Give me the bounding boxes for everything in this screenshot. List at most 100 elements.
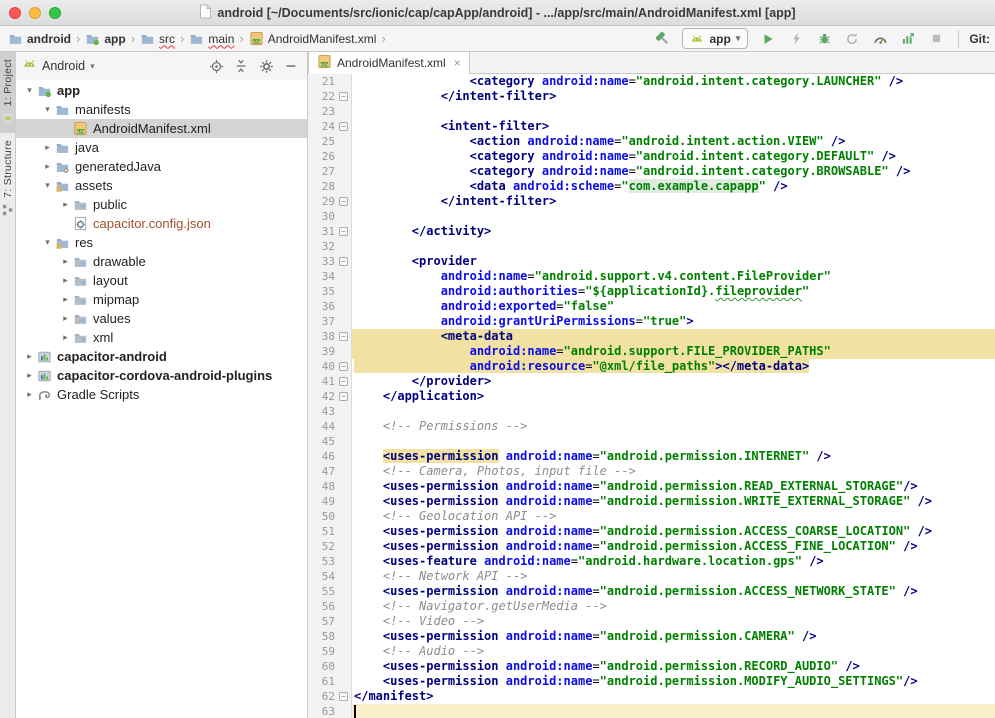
- code-line-63[interactable]: 63: [308, 704, 995, 718]
- editor-tab-androidmanifest[interactable]: </> AndroidManifest.xml ×: [308, 52, 470, 74]
- run-configuration-select[interactable]: app▾: [682, 28, 748, 49]
- code-area[interactable]: 21 <category android:name="android.inten…: [308, 74, 995, 718]
- tree-item-generatedjava[interactable]: ▸generatedJava: [16, 157, 307, 176]
- fold-marker-end[interactable]: −: [337, 374, 352, 389]
- code-line-42[interactable]: 42− </application>: [308, 389, 995, 404]
- project-view-selector[interactable]: Android: [42, 59, 85, 73]
- tree-item-assets[interactable]: ▾assets: [16, 176, 307, 195]
- fold-start-icon[interactable]: −: [339, 332, 348, 341]
- tree-item-capacitor-android[interactable]: ▸capacitor-android: [16, 347, 307, 366]
- fold-marker-end[interactable]: −: [337, 389, 352, 404]
- fold-end-icon[interactable]: −: [339, 227, 348, 236]
- code-line-48[interactable]: 48 <uses-permission android:name="androi…: [308, 479, 995, 494]
- zoom-window-button[interactable]: [49, 7, 61, 19]
- fold-marker-end[interactable]: −: [337, 359, 352, 374]
- tree-item-capacitor-cordova-android-plugins[interactable]: ▸capacitor-cordova-android-plugins: [16, 366, 307, 385]
- code-line-45[interactable]: 45: [308, 434, 995, 449]
- code-line-47[interactable]: 47 <!-- Camera, Photos, input file -->: [308, 464, 995, 479]
- tree-item-public[interactable]: ▸public: [16, 195, 307, 214]
- tree-expand-open-icon[interactable]: ▾: [40, 180, 55, 191]
- tree-expand-closed-icon[interactable]: ▸: [22, 389, 37, 400]
- fold-marker-start[interactable]: −: [337, 329, 352, 344]
- code-line-43[interactable]: 43: [308, 404, 995, 419]
- close-tab-icon[interactable]: ×: [454, 56, 461, 70]
- code-line-23[interactable]: 23: [308, 104, 995, 119]
- profiler-button[interactable]: [868, 28, 892, 50]
- fold-marker-start[interactable]: −: [337, 119, 352, 134]
- tool-window-button-structure[interactable]: 7: Structure: [0, 133, 16, 225]
- fold-end-icon[interactable]: −: [339, 392, 348, 401]
- tree-item-values[interactable]: ▸values: [16, 309, 307, 328]
- tree-expand-open-icon[interactable]: ▾: [40, 104, 55, 115]
- code-line-27[interactable]: 27 <category android:name="android.inten…: [308, 164, 995, 179]
- minimize-window-button[interactable]: [29, 7, 41, 19]
- fold-end-icon[interactable]: −: [339, 692, 348, 701]
- code-line-51[interactable]: 51 <uses-permission android:name="androi…: [308, 524, 995, 539]
- code-line-50[interactable]: 50 <!-- Geolocation API -->: [308, 509, 995, 524]
- breadcrumb-item-androidmanifest-xml[interactable]: </>AndroidManifest.xml: [249, 31, 377, 46]
- code-line-55[interactable]: 55 <uses-permission android:name="androi…: [308, 584, 995, 599]
- tree-item-res[interactable]: ▾res: [16, 233, 307, 252]
- code-line-54[interactable]: 54 <!-- Network API -->: [308, 569, 995, 584]
- code-line-37[interactable]: 37 android:grantUriPermissions="true">: [308, 314, 995, 329]
- tree-item-manifests[interactable]: ▾manifests: [16, 100, 307, 119]
- gear-icon[interactable]: [256, 56, 276, 76]
- code-line-31[interactable]: 31− </activity>: [308, 224, 995, 239]
- code-line-59[interactable]: 59 <!-- Audio -->: [308, 644, 995, 659]
- fold-start-icon[interactable]: −: [339, 122, 348, 131]
- attach-profiler-button[interactable]: [896, 28, 920, 50]
- code-line-44[interactable]: 44 <!-- Permissions -->: [308, 419, 995, 434]
- code-line-62[interactable]: 62−</manifest>: [308, 689, 995, 704]
- run-button[interactable]: [756, 28, 780, 50]
- hide-panel-button[interactable]: [281, 56, 301, 76]
- code-line-40[interactable]: 40− android:resource="@xml/file_paths"><…: [308, 359, 995, 374]
- fold-marker-start[interactable]: −: [337, 254, 352, 269]
- apply-changes-button[interactable]: [784, 28, 808, 50]
- breadcrumb-item-app[interactable]: app: [85, 32, 125, 46]
- code-line-32[interactable]: 32: [308, 239, 995, 254]
- fold-marker-end[interactable]: −: [337, 224, 352, 239]
- fold-end-icon[interactable]: −: [339, 362, 348, 371]
- code-line-22[interactable]: 22− </intent-filter>: [308, 89, 995, 104]
- tree-item-gradle-scripts[interactable]: ▸Gradle Scripts: [16, 385, 307, 404]
- fold-end-icon[interactable]: −: [339, 197, 348, 206]
- code-line-52[interactable]: 52 <uses-permission android:name="androi…: [308, 539, 995, 554]
- code-line-53[interactable]: 53 <uses-feature android:name="android.h…: [308, 554, 995, 569]
- tree-expand-open-icon[interactable]: ▾: [22, 85, 37, 96]
- tree-item-androidmanifest-xml[interactable]: </>AndroidManifest.xml: [16, 119, 307, 138]
- tree-item-xml[interactable]: ▸xml: [16, 328, 307, 347]
- code-line-39[interactable]: 39 android:name="android.support.FILE_PR…: [308, 344, 995, 359]
- breadcrumb-item-main[interactable]: main: [189, 32, 234, 46]
- fold-marker-end[interactable]: −: [337, 689, 352, 704]
- tree-item-mipmap[interactable]: ▸mipmap: [16, 290, 307, 309]
- tree-expand-closed-icon[interactable]: ▸: [58, 313, 73, 324]
- tree-expand-closed-icon[interactable]: ▸: [58, 294, 73, 305]
- tree-expand-closed-icon[interactable]: ▸: [22, 370, 37, 381]
- locate-file-button[interactable]: [206, 56, 226, 76]
- collapse-all-button[interactable]: [231, 56, 251, 76]
- code-line-28[interactable]: 28 <data android:scheme="com.example.cap…: [308, 179, 995, 194]
- code-line-34[interactable]: 34 android:name="android.support.v4.cont…: [308, 269, 995, 284]
- debug-button[interactable]: [812, 28, 836, 50]
- code-line-36[interactable]: 36 android:exported="false": [308, 299, 995, 314]
- code-line-61[interactable]: 61 <uses-permission android:name="androi…: [308, 674, 995, 689]
- tree-expand-closed-icon[interactable]: ▸: [40, 142, 55, 153]
- breadcrumb-item-android[interactable]: android: [8, 32, 71, 46]
- code-line-35[interactable]: 35 android:authorities="${applicationId}…: [308, 284, 995, 299]
- tree-expand-open-icon[interactable]: ▾: [40, 237, 55, 248]
- tree-item-java[interactable]: ▸java: [16, 138, 307, 157]
- tree-expand-closed-icon[interactable]: ▸: [40, 161, 55, 172]
- code-line-24[interactable]: 24− <intent-filter>: [308, 119, 995, 134]
- tool-window-button-project[interactable]: 1: Project: [0, 52, 16, 133]
- code-line-25[interactable]: 25 <action android:name="android.intent.…: [308, 134, 995, 149]
- fold-end-icon[interactable]: −: [339, 92, 348, 101]
- tree-item-app[interactable]: ▾app: [16, 81, 307, 100]
- tree-expand-closed-icon[interactable]: ▸: [58, 332, 73, 343]
- code-line-30[interactable]: 30: [308, 209, 995, 224]
- fold-start-icon[interactable]: −: [339, 257, 348, 266]
- tree-item-capacitor-config-json[interactable]: capacitor.config.json: [16, 214, 307, 233]
- code-line-38[interactable]: 38− <meta-data: [308, 329, 995, 344]
- code-line-56[interactable]: 56 <!-- Navigator.getUserMedia -->: [308, 599, 995, 614]
- stop-button[interactable]: [924, 28, 948, 50]
- code-line-46[interactable]: 46 <uses-permission android:name="androi…: [308, 449, 995, 464]
